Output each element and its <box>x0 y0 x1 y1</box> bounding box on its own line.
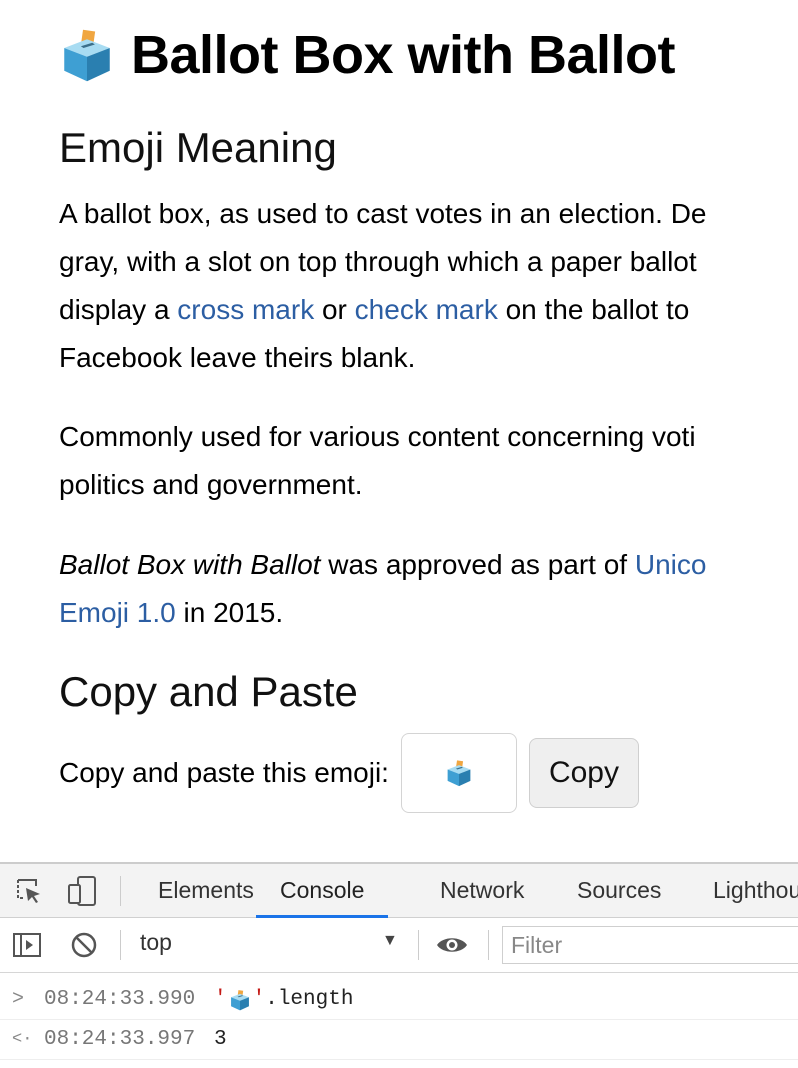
property-access: .length <box>265 988 354 1011</box>
filter-input[interactable] <box>502 926 798 964</box>
approval-line-1: Ballot Box with Ballot was approved as p… <box>59 541 706 589</box>
emoji-meaning-heading: Emoji Meaning <box>59 124 337 171</box>
emoji-version-link[interactable]: Emoji 1.0 <box>59 597 176 628</box>
unicode-link[interactable]: Unico <box>635 549 707 580</box>
console-input-line: > 08:24:33.990 ' ' .length <box>0 980 798 1020</box>
console-expression: ' ' .length <box>214 988 353 1011</box>
emoji-name-italic: Ballot Box with Ballot <box>59 549 321 580</box>
copy-button[interactable]: Copy <box>528 738 639 808</box>
approval-line-2: Emoji 1.0 in 2015. <box>59 589 706 637</box>
sidebar-toggle-icon[interactable] <box>12 931 42 959</box>
emoji-preview-box[interactable] <box>400 733 517 813</box>
meaning-text: on the ballot to <box>497 294 690 325</box>
tab-lighthouse[interactable]: Lighthou <box>713 864 798 917</box>
meaning-line-3: display a cross mark or check mark on th… <box>59 286 707 334</box>
approval-text: in 2015. <box>175 597 284 628</box>
ballot-box-emoji-icon <box>59 27 115 83</box>
ballot-box-emoji-icon <box>445 759 473 787</box>
context-selector[interactable]: top <box>140 929 172 956</box>
inspect-icon[interactable] <box>14 876 44 906</box>
eye-icon[interactable] <box>435 934 469 956</box>
meaning-line-1: A ballot box, as used to cast votes in a… <box>59 198 707 229</box>
string-quote: ' <box>214 988 227 1011</box>
approval-paragraph: Ballot Box with Ballot was approved as p… <box>59 541 706 637</box>
console-timestamp: 08:24:33.990 <box>44 988 196 1011</box>
meaning-text: display a <box>59 294 178 325</box>
meaning-line-4: Facebook leave theirs blank. <box>59 342 416 373</box>
usage-paragraph: Commonly used for various content concer… <box>59 413 696 509</box>
toolbar-divider <box>120 876 121 906</box>
usage-line-1: Commonly used for various content concer… <box>59 421 696 452</box>
page-title: Ballot Box with Ballot <box>131 25 676 85</box>
clear-console-icon[interactable] <box>70 931 98 959</box>
usage-line-2: politics and government. <box>59 469 363 500</box>
tab-elements[interactable]: Elements <box>158 864 254 917</box>
title-row: Ballot Box with Ballot <box>59 24 676 86</box>
cross-mark-link[interactable]: cross mark <box>177 294 314 325</box>
check-mark-link[interactable]: check mark <box>355 294 498 325</box>
ballot-box-emoji-icon <box>229 989 251 1011</box>
meaning-line-2: gray, with a slot on top through which a… <box>59 246 697 277</box>
devtools-tab-bar: Elements Console Network Sources Lightho… <box>0 864 798 918</box>
console-timestamp: 08:24:33.997 <box>44 1028 196 1051</box>
web-page: Ballot Box with Ballot Emoji Meaning A b… <box>0 0 798 862</box>
result-chevron: <· <box>12 1030 33 1049</box>
console-toolbar: top ▼ <box>0 918 798 973</box>
tab-network[interactable]: Network <box>440 864 524 917</box>
console-result-value: 3 <box>214 1028 227 1051</box>
meaning-paragraph: A ballot box, as used to cast votes in a… <box>59 190 707 382</box>
tab-console[interactable]: Console <box>256 864 389 918</box>
string-quote: ' <box>252 988 266 1011</box>
console-result-line: <· 08:24:33.997 3 <box>0 1020 798 1060</box>
copy-label: Copy and paste this emoji: <box>59 757 389 788</box>
dropdown-arrow-icon[interactable]: ▼ <box>382 932 398 950</box>
devtools-panel: Elements Console Network Sources Lightho… <box>0 862 798 1068</box>
copy-paste-heading: Copy and Paste <box>59 668 358 715</box>
toolbar-divider <box>488 930 489 960</box>
tab-sources[interactable]: Sources <box>577 864 661 917</box>
toolbar-divider <box>418 930 419 960</box>
prompt-chevron: > <box>12 988 25 1011</box>
toolbar-divider <box>120 930 121 960</box>
copy-row: Copy and paste this emoji: Copy <box>59 733 639 813</box>
meaning-text: or <box>314 294 355 325</box>
approval-text: was approved as part of <box>320 549 635 580</box>
device-toggle-icon[interactable] <box>66 874 100 908</box>
